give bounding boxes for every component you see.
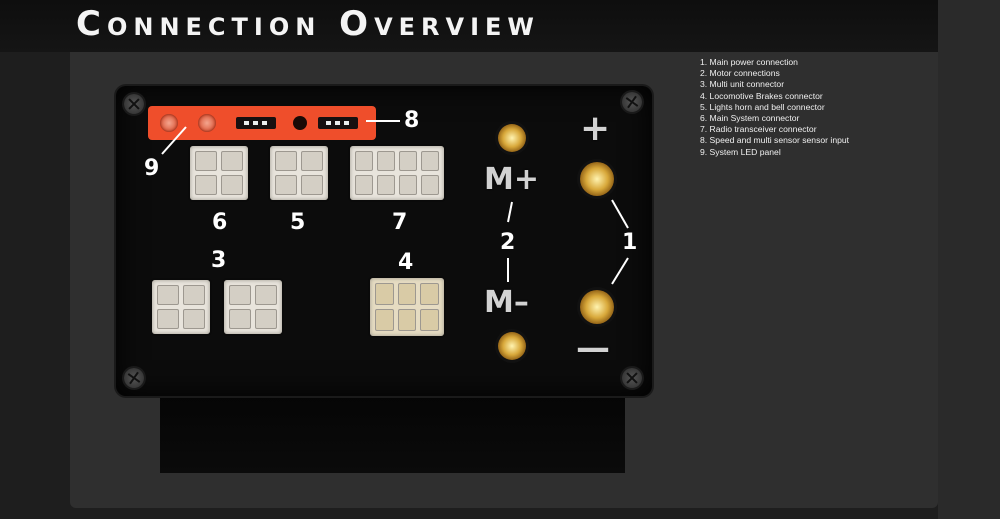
screw-icon: [124, 368, 144, 388]
legend-item: 4. Locomotive Brakes connector: [700, 90, 823, 101]
motor-minus-label: M–: [484, 285, 529, 320]
led-icon: [198, 114, 216, 132]
connection-legend: 1. Main power connection 2. Motor connec…: [700, 57, 849, 158]
lights-horn-bell-connector: [270, 146, 328, 200]
legend-item: 8. Speed and multi sensor sensor input: [700, 135, 850, 146]
legend-item: 1. Main power connection: [700, 57, 798, 67]
power-plus-label: +: [580, 108, 611, 149]
led-panel-strip: [148, 106, 376, 140]
power-minus-label: —: [576, 328, 610, 368]
callout-6: 6: [212, 210, 228, 235]
callout-2: 2: [500, 230, 516, 255]
legend-item: 7. Radio transceiver connector: [700, 124, 817, 135]
led-icon: [160, 114, 178, 132]
power-plus-terminal: [580, 162, 614, 196]
callout-7: 7: [392, 210, 408, 235]
screw-icon: [622, 368, 642, 388]
legend-item: 9. System LED panel: [700, 146, 781, 157]
callout-9: 9: [144, 156, 160, 181]
motor-minus-terminal: [498, 332, 526, 360]
mount-hole: [293, 116, 307, 130]
main-system-connector: [190, 146, 248, 200]
multi-unit-connector: [152, 280, 210, 334]
callout-8: 8: [404, 108, 420, 133]
callout-3: 3: [211, 248, 227, 273]
callout-1: 1: [622, 230, 638, 255]
title-bar: Connection Overview: [0, 0, 938, 52]
brakes-connector: [370, 278, 444, 336]
radio-transceiver-connector: [350, 146, 444, 200]
callout-5: 5: [290, 210, 306, 235]
motor-plus-label: M+: [484, 162, 539, 197]
board-base: [160, 396, 625, 473]
right-strip: [938, 0, 1000, 519]
motor-plus-terminal: [498, 124, 526, 152]
multi-unit-connector: [224, 280, 282, 334]
power-minus-terminal: [580, 290, 614, 324]
screw-icon: [124, 94, 144, 114]
jst-connector: [236, 117, 276, 129]
legend-item: 5. Lights horn and bell connector: [700, 101, 825, 112]
legend-item: 2. Motor connections: [700, 68, 780, 79]
page-title: Connection Overview: [76, 4, 540, 44]
jst-connector: [318, 117, 358, 129]
screw-icon: [622, 92, 642, 112]
legend-item: 3. Multi unit connector: [700, 79, 785, 90]
legend-item: 6. Main System connector: [700, 113, 800, 124]
callout-4: 4: [398, 250, 414, 275]
